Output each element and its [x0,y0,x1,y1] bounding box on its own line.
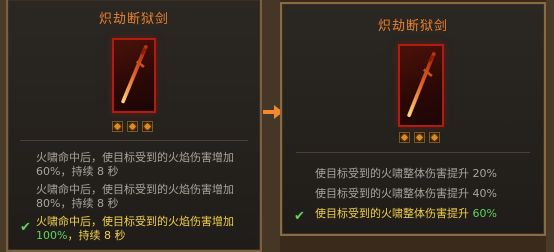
after-item-title: 炽劫断狱剑 [377,19,448,34]
effect-suffix: ，持续 8 秒 [67,229,126,242]
effect-text: 使目标受到的火啸整体伤害提升 [315,167,469,180]
effect-text: 火啸命中后，使目标受到的火焰伤害增加 [36,183,234,196]
before-divider [20,140,248,141]
before-effect-list: 火啸命中后，使目标受到的火焰伤害增加 60%，持续 8 秒 火啸命中后，使目标受… [36,151,262,247]
rune-socket-icon [399,132,410,143]
after-effect-rank-3: 使目标受到的火啸整体伤害提升 60% [315,207,545,221]
rune-socket-icon [429,132,440,143]
checkmark-icon: ✔ [20,220,31,235]
after-item-card [398,44,444,127]
before-item-title: 炽劫断狱剑 [98,12,169,27]
after-effect-rank-2: 使目标受到的火啸整体伤害提升 40% [315,187,545,201]
effect-text: 火啸命中后，使目标受到的火焰伤害增加 [36,151,234,164]
effect-value: 100% [36,229,68,242]
rune-socket-icon [142,121,153,132]
effect-text: 使目标受到的火啸整体伤害提升 [315,207,469,220]
before-skill-panel: 炽劫断狱剑 火啸命中后，使目标受到的火焰伤害增加 60%，持续 8 秒 火啸命中… [6,0,262,252]
sword-icon [121,45,148,104]
after-effect-rank-1: 使目标受到的火啸整体伤害提升 20% [315,167,545,181]
after-divider [296,152,530,153]
before-effect-rank-1: 火啸命中后，使目标受到的火焰伤害增加 60%，持续 8 秒 [36,151,262,179]
background-strip-right [546,0,554,252]
after-skill-panel: 炽劫断狱剑 使目标受到的火啸整体伤害提升 20% 使目标受到的火啸整体伤害提升 … [280,2,546,236]
effect-text: 火啸命中后，使目标受到的火焰伤害增加 [36,215,234,228]
background-strip-middle [262,0,280,252]
effect-text: 使目标受到的火啸整体伤害提升 [315,187,469,200]
after-effect-list: 使目标受到的火啸整体伤害提升 20% 使目标受到的火啸整体伤害提升 40% 使目… [315,167,545,227]
effect-value: 60% [472,207,497,220]
checkmark-icon: ✔ [294,209,305,224]
sword-icon [407,52,436,117]
before-effect-rank-3: 火啸命中后，使目标受到的火焰伤害增加 100%，持续 8 秒 [36,215,262,243]
before-item-card [112,38,156,113]
before-effect-rank-2: 火啸命中后，使目标受到的火焰伤害增加 80%，持续 8 秒 [36,183,262,211]
rune-socket-icon [112,121,123,132]
rune-socket-icon [414,132,425,143]
effect-value: 20% [472,167,497,180]
rune-socket-icon [127,121,138,132]
effect-value: 60%，持续 8 秒 [36,165,119,178]
before-rune-sockets [112,121,153,132]
after-rune-sockets [399,132,440,143]
effect-value: 40% [472,187,497,200]
effect-value: 80%，持续 8 秒 [36,197,119,210]
